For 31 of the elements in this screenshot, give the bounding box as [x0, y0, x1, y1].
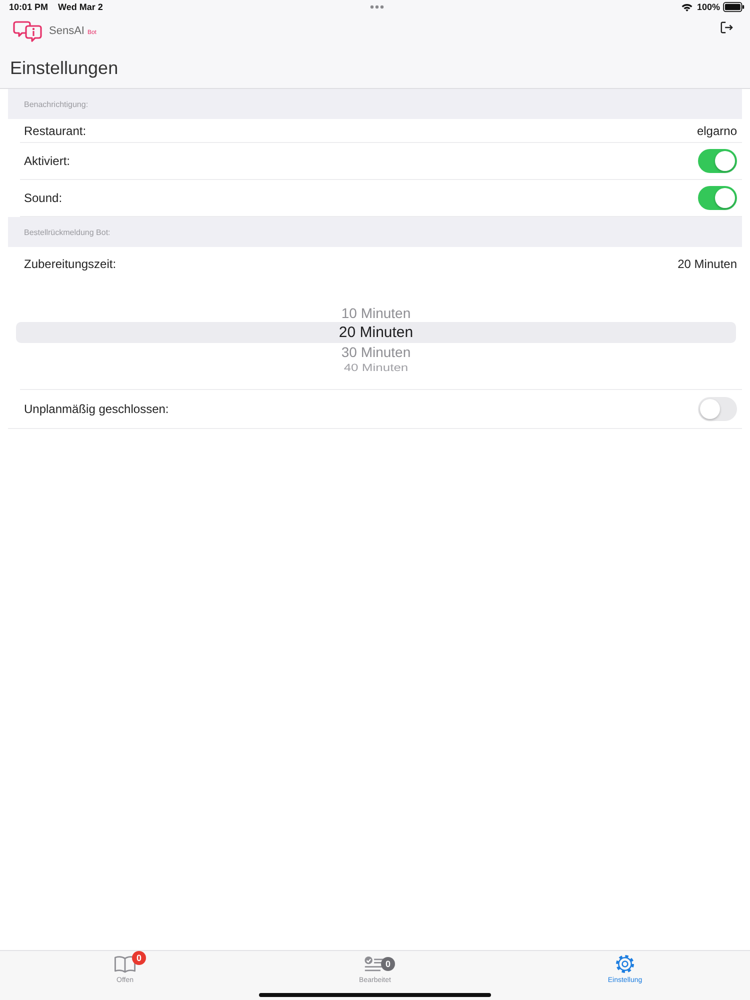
more-dots-icon[interactable]	[370, 5, 384, 9]
picker-option[interactable]: 40 Minuten	[16, 362, 736, 374]
count-badge: 0	[380, 957, 395, 971]
setting-value: 20 Minuten	[678, 257, 737, 271]
book-icon	[114, 955, 136, 973]
status-time: 10:01 PM	[9, 2, 48, 12]
setting-label: Restaurant:	[24, 124, 86, 138]
toggle-switch[interactable]	[698, 186, 737, 210]
app-name: SensAI	[49, 25, 84, 37]
setting-label: Unplanmäßig geschlossen:	[24, 402, 169, 416]
battery-percent: 100%	[696, 2, 720, 12]
setting-label: Zubereitungszeit:	[24, 257, 116, 271]
section-header: Benachrichtigung:	[8, 89, 742, 119]
setting-label: Sound:	[24, 191, 62, 205]
toggle-switch[interactable]	[698, 149, 737, 173]
section-header: Bestellrückmeldung Bot:	[8, 217, 742, 247]
speech-bubbles-icon	[13, 20, 43, 42]
picker-option[interactable]: 20 Minuten	[16, 322, 736, 343]
toggle-switch[interactable]	[698, 397, 737, 421]
settings-icon	[615, 954, 635, 974]
page-title: Einstellungen	[9, 57, 120, 80]
wifi-icon	[680, 2, 693, 12]
status-date: Wed Mar 2	[58, 2, 103, 12]
picker-option[interactable]: 30 Minuten	[16, 343, 736, 361]
logout-icon[interactable]	[720, 20, 733, 34]
count-badge: 0	[132, 951, 146, 965]
setting-value: elgarno	[696, 124, 737, 138]
picker-option[interactable]: 10 Minuten	[16, 304, 736, 322]
setting-label: Aktiviert:	[24, 154, 70, 168]
checklist-icon	[364, 955, 386, 973]
battery-icon	[723, 2, 745, 12]
